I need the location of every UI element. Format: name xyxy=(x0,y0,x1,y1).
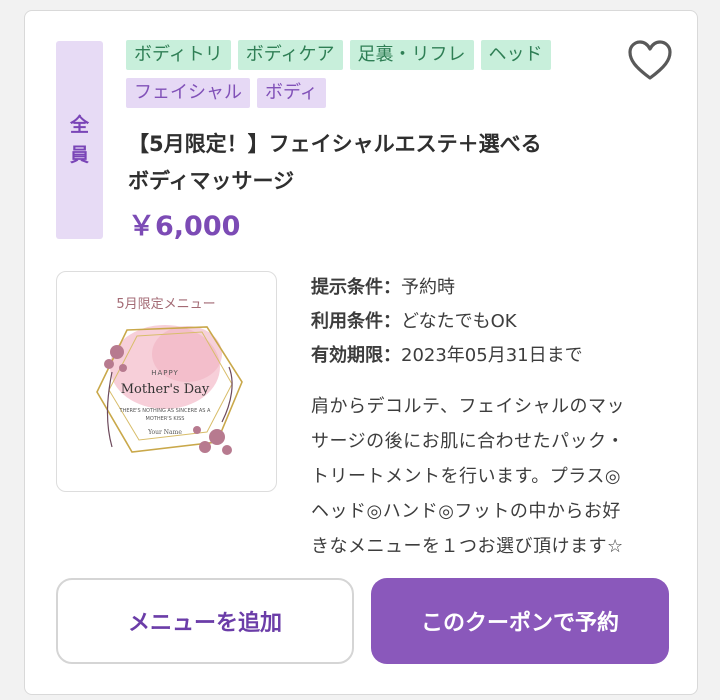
tag-body-tori: ボディトリ xyxy=(126,40,231,70)
tag-foot-reflex: 足裏・リフレ xyxy=(349,40,474,70)
condition-key: 有効期限： xyxy=(311,345,401,366)
description-line: ヘッド◎ハンド◎フットの中からお好 xyxy=(311,501,621,522)
coupon-conditions: 提示条件：予約時 利用条件：どなたでもOK 有効期限：2023年05月31日まで xyxy=(311,271,583,373)
thumb-small-1: THERE'S NOTHING AS SINCERE AS A xyxy=(119,408,212,414)
coupon-card: 全 員 ボディトリ ボディケア 足裏・リフレ ヘッド フェイシャル ボディ 【5月限定！… xyxy=(24,10,698,695)
condition-row: 利用条件：どなたでもOK xyxy=(311,305,583,339)
thumb-mothers-day: Mother's Day xyxy=(121,382,210,397)
coupon-title: 【5月限定！】フェイシャルエステ＋選べる ボディマッサージ xyxy=(128,126,628,200)
target-badge-char-1: 全 xyxy=(69,114,89,136)
coupon-thumbnail[interactable]: 5月限定メニュー HAPPY Mother's Day THERE'S NOTH… xyxy=(56,271,277,492)
target-badge: 全 員 xyxy=(56,41,103,239)
favorite-heart-icon[interactable] xyxy=(627,40,673,82)
thumb-name: Your Name xyxy=(147,429,182,436)
condition-value: 予約時 xyxy=(401,277,455,298)
condition-key: 利用条件： xyxy=(311,311,401,332)
tag-facial: フェイシャル xyxy=(126,78,250,108)
coupon-description: 肩からデコルテ、フェイシャルのマッ サージの後にお肌に合わせたパック・ トリート… xyxy=(311,389,673,564)
coupon-price: ￥6,000 xyxy=(128,211,241,242)
thumb-small-2: MOTHER'S KISS xyxy=(146,416,185,422)
book-with-coupon-button[interactable]: このクーポンで予約 xyxy=(371,578,669,664)
condition-value: どなたでもOK xyxy=(401,311,517,332)
coupon-title-line1: 【5月限定！】フェイシャルエステ＋選べる xyxy=(128,132,542,156)
coupon-title-line2: ボディマッサージ xyxy=(128,169,295,193)
category-tags: ボディトリ ボディケア 足裏・リフレ ヘッド フェイシャル ボディ xyxy=(126,40,606,116)
add-menu-button[interactable]: メニューを追加 xyxy=(56,578,354,664)
condition-key: 提示条件： xyxy=(311,277,401,298)
description-line: サージの後にお肌に合わせたパック・ xyxy=(311,431,625,452)
tag-body-care: ボディケア xyxy=(237,40,343,70)
description-line: きなメニューを１つお選び頂けます☆ xyxy=(311,536,624,557)
description-line: トリートメントを行います。プラス◎ xyxy=(311,466,622,487)
tag-head: ヘッド xyxy=(480,40,551,70)
condition-row: 提示条件：予約時 xyxy=(311,271,583,305)
condition-value: 2023年05月31日まで xyxy=(401,345,583,366)
target-badge-char-2: 員 xyxy=(69,144,89,166)
condition-row: 有効期限：2023年05月31日まで xyxy=(311,339,583,373)
description-line: 肩からデコルテ、フェイシャルのマッ xyxy=(311,396,625,417)
thumb-happy: HAPPY xyxy=(151,369,179,377)
thumb-heading: 5月限定メニュー xyxy=(116,297,215,312)
tag-body: ボディ xyxy=(257,78,326,108)
